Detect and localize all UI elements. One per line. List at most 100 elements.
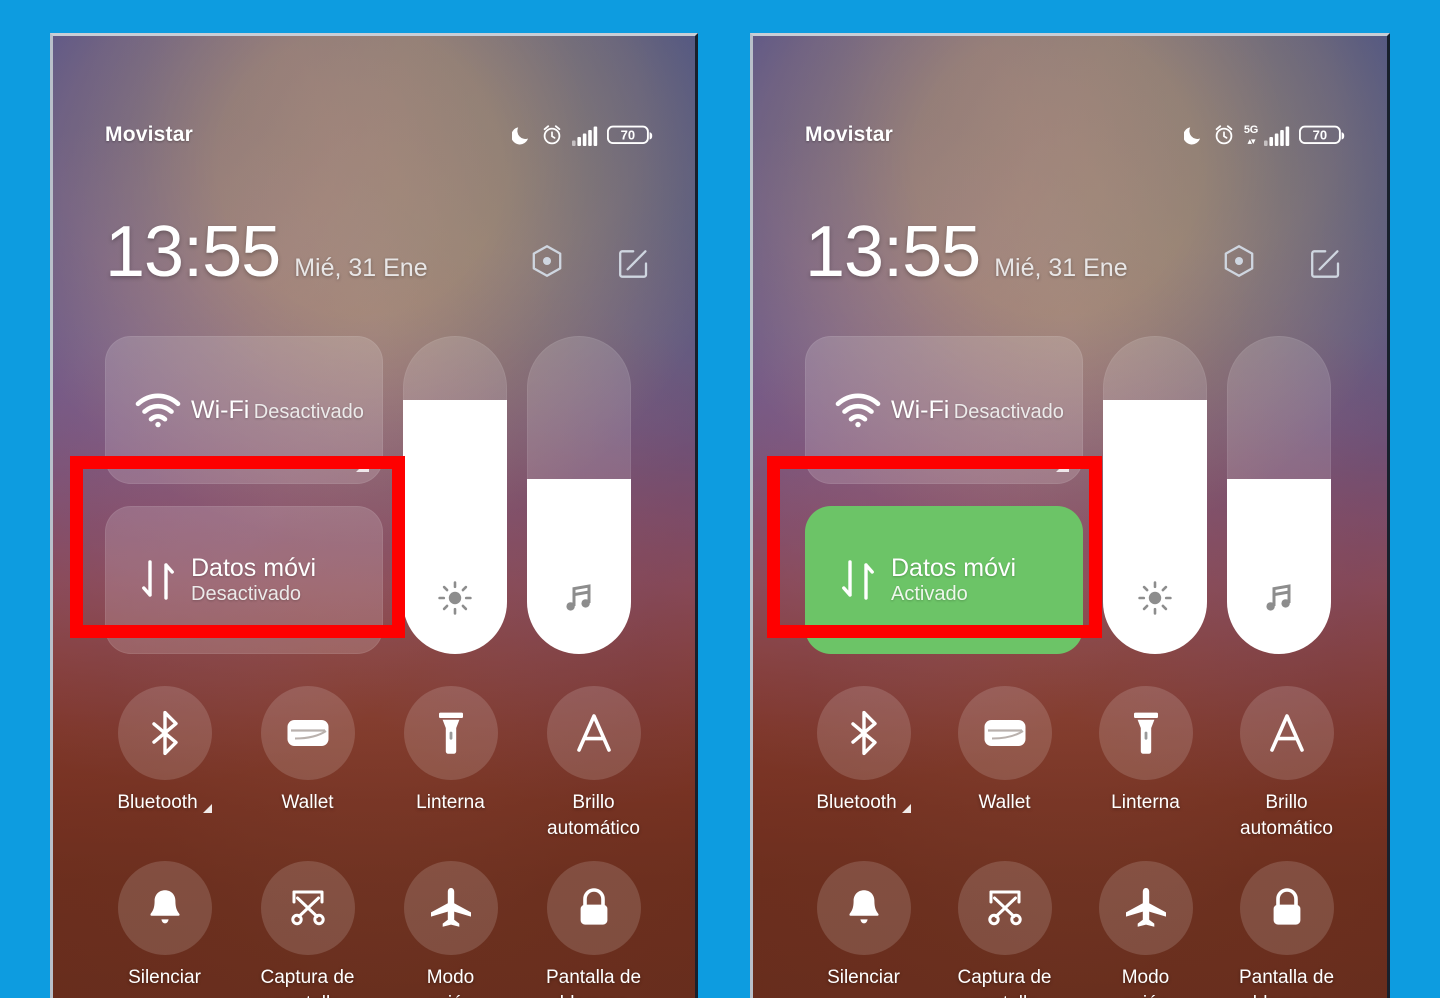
5g-indicator: 5G ▴▾ (1244, 125, 1258, 146)
expand-arrow-icon[interactable] (356, 459, 369, 472)
flashlight-icon (1098, 686, 1193, 780)
mobile-data-icon (131, 556, 185, 604)
airplane-label-text-2: avión (1097, 993, 1195, 998)
quick-settings-screen-before: Movistar 70 13:55 Mié, 31 Ene Wi-Fi Desa… (53, 36, 695, 998)
wifi-tile[interactable]: Wi-Fi Desactivado (105, 336, 383, 484)
settings-hexagon-icon[interactable] (1219, 242, 1259, 284)
phone-panel-after: Movistar 5G ▴▾ 70 13:55 Mié, 31 Ene Wi-F… (750, 33, 1390, 998)
wallet-label-text: Wallet (978, 792, 1031, 813)
lock-screen-label-text: Pantalla de (545, 967, 642, 988)
toggle-auto-brightness-label: Brillo automático (1216, 792, 1356, 840)
wifi-tile-text: Wi-Fi Desactivado (191, 396, 364, 425)
data-arrows-icon: ▴▾ (1247, 136, 1255, 146)
toggle-row-2-after: Silenciar Captura de Modo Pantalla de (793, 861, 1357, 998)
5g-label: 5G (1243, 124, 1258, 136)
toggle-screenshot[interactable]: Captura de pantalla (236, 861, 379, 998)
status-icons-before: 70 (512, 124, 653, 146)
battery-icon: 70 (1299, 125, 1345, 145)
bluetooth-label-text: Bluetooth (816, 792, 897, 813)
toggle-row-2-before: Silenciar Captura de Modo Pantalla de (93, 861, 665, 998)
toggle-auto-brightness[interactable]: Brillo automático (1216, 686, 1357, 840)
toggle-bluetooth-label: Bluetooth (816, 792, 911, 814)
toggle-silent-label: Silenciar (128, 967, 201, 988)
wifi-tile-subtitle: Desactivado (253, 400, 364, 423)
toggle-airplane-mode[interactable]: Modo avión (1075, 861, 1216, 998)
clock-action-icons-before (527, 242, 653, 284)
big-tiles-column-after: Wi-Fi Desactivado Datos móvi Activado (805, 336, 1083, 656)
mobile-data-tile[interactable]: Datos móvi Desactivado (105, 506, 383, 654)
expand-arrow-icon[interactable] (1056, 459, 1069, 472)
silent-label-text: Silenciar (128, 967, 201, 988)
clock-block: 13:55 Mié, 31 Ene (805, 216, 1128, 288)
toggle-auto-brightness[interactable]: Brillo automático (522, 686, 665, 840)
auto-brightness-label-text-2: automático (547, 818, 640, 840)
carrier-label: Movistar (805, 123, 893, 146)
screenshot-label-text: Captura de (957, 967, 1052, 988)
toggle-wallet-label: Wallet (978, 792, 1030, 813)
status-icons-after: 5G ▴▾ 70 (1183, 124, 1345, 146)
status-bar-before: Movistar 70 (53, 120, 695, 150)
lock-screen-label-text: Pantalla de (1238, 967, 1335, 988)
toggle-screenshot[interactable]: Captura de pantalla (934, 861, 1075, 998)
auto-brightness-a-icon (546, 686, 641, 780)
toggle-screenshot-label: Captura de pantalla (934, 967, 1075, 998)
quick-settings-screen-after: Movistar 5G ▴▾ 70 13:55 Mié, 31 Ene Wi-F… (753, 36, 1387, 998)
comparison-stage: Movistar 70 13:55 Mié, 31 Ene Wi-Fi Desa… (0, 0, 1440, 998)
toggle-silent[interactable]: Silenciar (793, 861, 934, 998)
screenshot-label-text: Captura de (260, 967, 355, 988)
scissors-icon (957, 861, 1052, 955)
wifi-tile-text: Wi-Fi Desactivado (891, 396, 1064, 425)
alarm-icon (543, 125, 561, 145)
bluetooth-label-text: Bluetooth (117, 792, 198, 813)
wallet-icon (957, 686, 1052, 780)
brightness-slider[interactable] (1103, 336, 1207, 654)
settings-hexagon-icon[interactable] (527, 242, 567, 284)
lock-screen-label-text-2: bloqueo (1216, 993, 1357, 998)
clock-block: 13:55 Mié, 31 Ene (105, 216, 428, 288)
toggle-bluetooth[interactable]: Bluetooth (793, 686, 934, 840)
toggle-screenshot-label: Captura de pantalla (236, 967, 379, 998)
battery-icon: 70 (607, 125, 653, 145)
toggle-row-1-before: Bluetooth Wallet Linterna Brillo automát… (93, 686, 665, 840)
brightness-sun-icon (1103, 580, 1207, 616)
airplane-label-text: Modo (426, 967, 475, 988)
edit-icon[interactable] (1305, 242, 1345, 284)
expand-arrow-icon[interactable] (202, 804, 212, 814)
volume-slider[interactable] (527, 336, 631, 654)
phone-panel-before: Movistar 70 13:55 Mié, 31 Ene Wi-Fi Desa… (50, 33, 698, 998)
edit-icon[interactable] (613, 242, 653, 284)
signal-bars-icon (1264, 126, 1290, 146)
toggle-wallet[interactable]: Wallet (236, 686, 379, 840)
bluetooth-icon (117, 686, 212, 780)
clock-time: 13:55 (805, 212, 981, 292)
airplane-label-text: Modo (1121, 967, 1170, 988)
brightness-slider[interactable] (403, 336, 507, 654)
airplane-icon (1098, 861, 1193, 955)
tile-zone-after: Wi-Fi Desactivado Datos móvi Activado (805, 336, 1345, 656)
mobile-data-tile[interactable]: Datos móvi Activado (805, 506, 1083, 654)
toggle-lock-screen[interactable]: Pantalla de bloqueo (1216, 861, 1357, 998)
toggle-airplane-label: Modo avión (402, 967, 500, 998)
airplane-label-text-2: avión (402, 993, 500, 998)
toggle-bluetooth[interactable]: Bluetooth (93, 686, 236, 840)
mobile-data-tile-subtitle: Activado (891, 583, 968, 606)
tile-zone-before: Wi-Fi Desactivado Datos móvi Desactivado (105, 336, 653, 656)
expand-arrow-icon[interactable] (901, 804, 911, 814)
wifi-tile[interactable]: Wi-Fi Desactivado (805, 336, 1083, 484)
volume-slider[interactable] (1227, 336, 1331, 654)
toggle-silent[interactable]: Silenciar (93, 861, 236, 998)
mobile-data-tile-text: Datos móvi Activado (891, 554, 1083, 607)
toggle-lock-screen[interactable]: Pantalla de bloqueo (522, 861, 665, 998)
dnd-moon-icon (512, 127, 528, 145)
lock-icon (546, 861, 641, 955)
toggle-flashlight[interactable]: Linterna (379, 686, 522, 840)
wifi-icon (131, 392, 185, 428)
toggle-wallet[interactable]: Wallet (934, 686, 1075, 840)
silent-label-text: Silenciar (827, 967, 900, 988)
big-tiles-column-before: Wi-Fi Desactivado Datos móvi Desactivado (105, 336, 383, 656)
brightness-sun-icon (403, 580, 507, 616)
toggle-airplane-mode[interactable]: Modo avión (379, 861, 522, 998)
toggle-flashlight[interactable]: Linterna (1075, 686, 1216, 840)
toggle-flashlight-label: Linterna (1111, 792, 1180, 813)
battery-level-text: 70 (1313, 128, 1327, 143)
